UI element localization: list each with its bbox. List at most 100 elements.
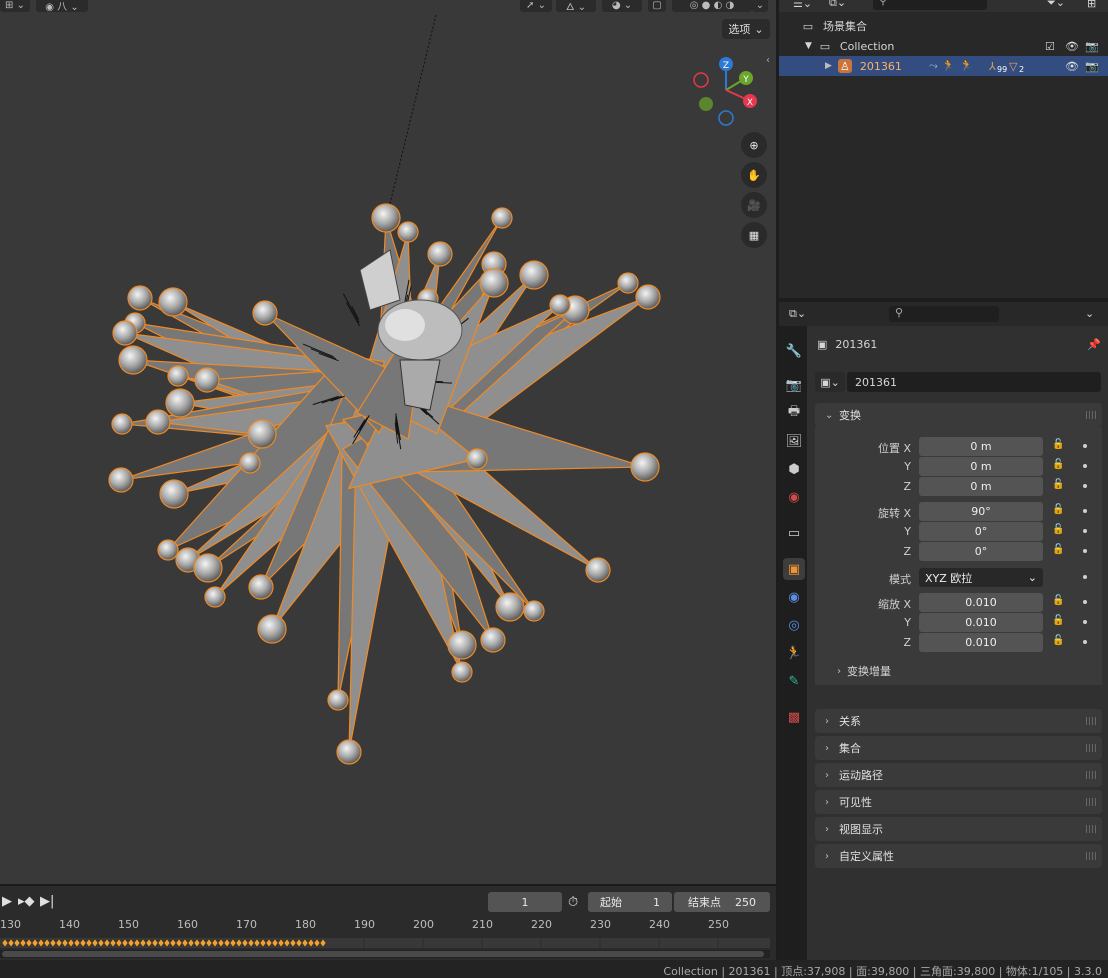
keyframe-dot-icon[interactable] [1083,549,1087,553]
jump-keyframe-icon[interactable]: ▸◆ [18,891,35,911]
view-layer-icon[interactable]: 🖼 [783,430,805,452]
keyframe-marker[interactable] [181,938,189,948]
bone-joint[interactable] [257,614,287,644]
unlock-icon[interactable]: 🔓 [1052,479,1066,491]
rotation-x-field[interactable]: 90° [919,502,1043,521]
eye-icon[interactable]: 👁 [1065,60,1079,73]
keyframe-marker[interactable] [109,938,117,948]
keyframe-marker[interactable] [139,938,147,948]
bone-joint[interactable] [336,739,362,765]
expand-arrow-icon[interactable]: ▶ [825,61,832,71]
rotation-z-field[interactable]: 0° [919,542,1043,561]
tool-icon[interactable]: 🔧 [783,340,805,362]
bone-joint[interactable] [635,284,661,310]
keyframe-marker[interactable] [103,938,111,948]
keyframe-marker[interactable] [229,938,237,948]
bone-joint[interactable] [479,268,509,298]
keyframe-marker[interactable] [13,938,21,948]
keyframe-marker[interactable] [7,938,15,948]
keyframe-marker[interactable] [73,938,81,948]
bone-joint[interactable] [108,467,134,493]
keyframe-marker[interactable] [313,938,321,948]
modifier-icons[interactable]: ⤳🏃🏃 [929,59,977,73]
drag-grip-icon[interactable] [1086,717,1096,725]
keyframe-marker[interactable] [133,938,141,948]
hand-icon[interactable]: ✋ [741,162,767,188]
delta-transform-subpanel[interactable]: › 变换增量 [837,663,891,679]
bone-joint[interactable] [239,452,261,474]
keyframe-marker[interactable] [19,938,27,948]
keyframe-marker[interactable] [37,938,45,948]
chevron-down-icon[interactable]: ⌄ [1085,307,1094,320]
bone-joint[interactable] [157,539,179,561]
unlock-icon[interactable]: 🔓 [1052,595,1066,607]
bone-joint[interactable] [112,320,138,346]
keyframe-marker[interactable] [55,938,63,948]
keyframe-marker[interactable] [1,938,9,948]
bone-joint[interactable] [427,241,453,267]
bone-joint[interactable] [193,553,223,583]
object-icon[interactable]: ▣ [783,558,805,580]
bone-joint[interactable] [617,272,639,294]
drag-grip-icon[interactable] [1086,798,1096,806]
scale-x-field[interactable]: 0.010 [919,593,1043,612]
panel-header[interactable]: › 可见性 [815,790,1102,814]
drag-grip-icon[interactable] [1086,744,1096,752]
transform-panel-header[interactable]: ⌄ 变换 [815,403,1102,427]
keyframe-marker[interactable] [145,938,153,948]
bone-joint[interactable] [248,574,274,600]
bone-joint[interactable] [585,557,611,583]
output-icon[interactable]: 🖶 [783,402,805,424]
outliner-search-input[interactable]: ⚲ [873,0,987,10]
keyframe-marker[interactable] [61,938,69,948]
frame-ruler[interactable]: 130 140 150 160 170 180 190 200 210 220 230 240 250 [0,914,776,936]
keyframe-marker[interactable] [241,938,249,948]
keyframe-marker[interactable] [169,938,177,948]
keyframe-dot-icon[interactable] [1083,620,1087,624]
eye-icon[interactable]: 👁 [1065,40,1079,53]
unlock-icon[interactable]: 🔓 [1052,459,1066,471]
checkbox-icon[interactable]: ☑ [1045,40,1055,53]
bone-joint[interactable] [111,413,133,435]
unlock-icon[interactable]: 🔓 [1052,524,1066,536]
expand-arrow-icon[interactable]: ▼ [805,41,812,51]
keyframe-marker[interactable] [25,938,33,948]
collection-row[interactable]: ▼ ▭ Collection ☑ 👁 📷 [779,36,1108,56]
datablock-selector[interactable]: ▣⌄ [815,372,845,392]
keyframe-marker[interactable] [43,938,51,948]
camera-render-icon[interactable]: 📷 [1085,40,1099,53]
drag-grip-icon[interactable] [1086,825,1096,833]
texture-icon[interactable]: ▩ [783,706,805,728]
keyframe-marker[interactable] [199,938,207,948]
bone-joint[interactable] [247,419,277,449]
outliner[interactable]: ☰⌄ ⧉⌄ ⚲ ⏷⌄ ⊞ ▭ 场景集合 ▼ ▭ Collection ☑ 👁 📷… [779,0,1108,298]
render-icon[interactable]: 📷 [783,374,805,396]
keyframe-dot-icon[interactable] [1083,444,1087,448]
keyframe-marker[interactable] [235,938,243,948]
mesh-icon[interactable]: ▽ [1009,60,1017,73]
keyframe-marker[interactable] [277,938,285,948]
scene-canvas[interactable] [0,0,776,884]
keyframe-dot-icon[interactable] [1083,600,1087,604]
pin-icon[interactable]: 📌 [1087,338,1101,351]
keyframe-dot-icon[interactable] [1083,464,1087,468]
bone-joint[interactable] [523,600,545,622]
bone-joint[interactable] [194,367,220,393]
keyframe-marker[interactable] [193,938,201,948]
datablock-name-field[interactable]: 201361 [847,372,1101,392]
keyframe-marker[interactable] [301,938,309,948]
jump-end-icon[interactable]: ▶| [40,891,54,911]
bone-joint[interactable] [451,661,473,683]
bone-joint[interactable] [327,689,349,711]
location-y-field[interactable]: 0 m [919,457,1043,476]
bone-joint[interactable] [118,345,148,375]
bone-joint[interactable] [491,207,513,229]
bone-joint[interactable] [252,300,278,326]
end-frame-field[interactable]: 结束点 250 [674,892,770,912]
panel-header[interactable]: › 集合 [815,736,1102,760]
bone-joint[interactable] [549,294,571,316]
navigation-gizmo[interactable]: Z Y X [690,54,762,126]
keyframe-marker[interactable] [283,938,291,948]
keyframe-marker[interactable] [151,938,159,948]
bone-icon[interactable]: ✎ [783,670,805,692]
